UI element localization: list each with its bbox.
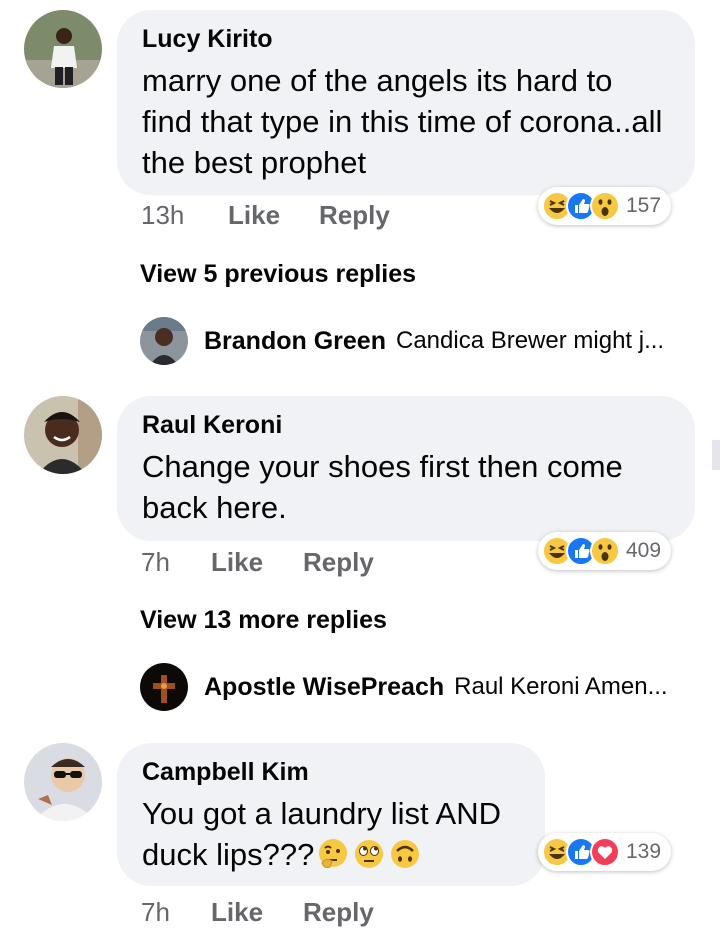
comment-meta: 7h Like Reply xyxy=(0,547,720,579)
comment-text: Change your shoes first then come back h… xyxy=(142,449,623,525)
reply-snippet: Candica Brewer might j... xyxy=(395,327,665,354)
like-button[interactable]: Like xyxy=(211,547,263,578)
reply-button[interactable]: Reply xyxy=(303,897,374,928)
reaction-summary[interactable]: 139 xyxy=(538,833,672,871)
view-replies-link[interactable]: View 13 more replies xyxy=(140,606,387,635)
comment-lucy-kirito: Lucy Kirito marry one of the angels its … xyxy=(0,0,720,380)
comment-text-line: duck lips??? xyxy=(142,834,519,875)
avatar[interactable] xyxy=(24,396,102,474)
comment-timestamp[interactable]: 7h xyxy=(141,547,170,578)
reply-button[interactable]: Reply xyxy=(303,547,374,578)
comment-timestamp[interactable]: 7h xyxy=(141,897,170,928)
reply-preview[interactable]: Brandon Green Candica Brewer might j... xyxy=(140,316,664,366)
comment-bubble: Campbell Kim You got a laundry list AND … xyxy=(117,743,545,886)
reply-author[interactable]: Brandon Green xyxy=(204,327,386,356)
reply-preview[interactable]: Apostle WisePreach Raul Keroni Amen... xyxy=(140,662,668,712)
comment-author[interactable]: Raul Keroni xyxy=(142,410,669,440)
thinking-face-icon xyxy=(319,839,348,868)
comment-text-segment: duck lips??? xyxy=(142,837,315,872)
comment-author[interactable]: Lucy Kirito xyxy=(142,24,669,54)
avatar[interactable] xyxy=(24,10,102,88)
comment-raul-keroni: Raul Keroni Change your shoes first then… xyxy=(0,380,720,735)
comment-timestamp[interactable]: 13h xyxy=(141,200,184,231)
reaction-count: 139 xyxy=(626,840,662,863)
reply-author[interactable]: Apostle WisePreach xyxy=(204,673,444,702)
comment-campbell-kim: Campbell Kim You got a laundry list AND … xyxy=(0,735,720,941)
comment-bubble: Lucy Kirito marry one of the angels its … xyxy=(117,10,695,195)
comment-text-line: You got a laundry list AND xyxy=(142,796,502,831)
reply-snippet: Raul Keroni Amen... xyxy=(454,673,668,700)
like-button[interactable]: Like xyxy=(211,897,263,928)
like-button[interactable]: Like xyxy=(228,200,280,231)
comment-text: You got a laundry list AND duck lips??? xyxy=(142,793,519,875)
reply-button[interactable]: Reply xyxy=(319,200,390,231)
love-icon xyxy=(590,837,620,867)
upside-down-face-icon xyxy=(391,840,420,868)
comment-meta: 13h Like Reply xyxy=(0,200,720,232)
avatar[interactable] xyxy=(140,317,188,365)
comment-bubble: Raul Keroni Change your shoes first then… xyxy=(117,396,695,541)
view-replies-link[interactable]: View 5 previous replies xyxy=(140,260,416,289)
comment-author[interactable]: Campbell Kim xyxy=(142,757,519,787)
comment-text: marry one of the angels its hard to find… xyxy=(142,63,663,180)
avatar[interactable] xyxy=(140,663,188,711)
eye-roll-face-icon xyxy=(355,840,384,868)
comment-meta: 7h Like Reply xyxy=(0,897,720,929)
avatar[interactable] xyxy=(24,743,102,821)
